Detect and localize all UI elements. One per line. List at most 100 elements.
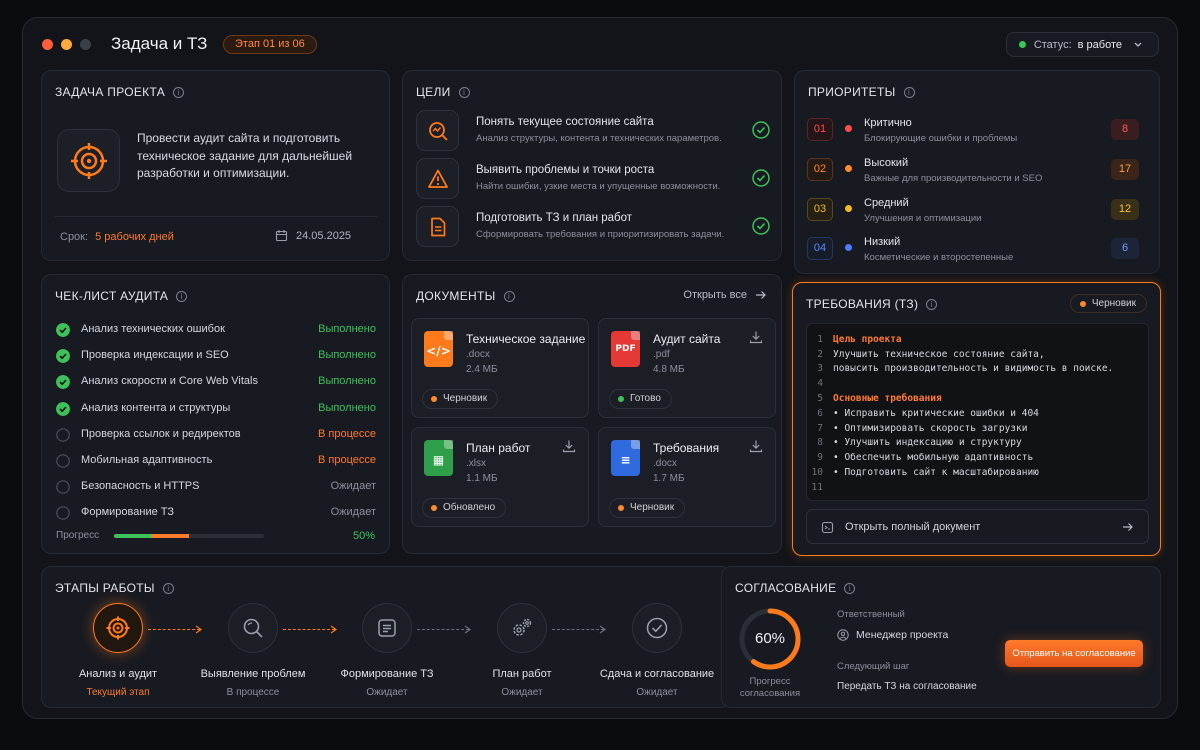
arrow-right-icon <box>756 291 766 299</box>
doc-file-icon: ≡ <box>611 440 640 476</box>
checklist-status: Выполнено <box>318 375 376 388</box>
stage-item[interactable]: Формирование ТЗ Ожидает <box>322 603 452 698</box>
priority-dot <box>845 165 852 172</box>
sheet-file-icon: ▦ <box>424 440 453 476</box>
deadline-label: Срок: <box>60 231 89 243</box>
search-icon <box>241 616 265 640</box>
priority-number: 03 <box>807 198 833 221</box>
deadline: Срок: 5 рабочих дней <box>60 231 174 243</box>
code-line: 2 Улучшить техническое состояние сайта, <box>807 347 1148 362</box>
target-icon <box>70 142 107 179</box>
priorities-title: ПРИОРИТЕТЫ <box>808 85 896 99</box>
info-icon[interactable]: i <box>173 86 185 98</box>
stage-item[interactable]: Сдача и согласование Ожидает <box>592 603 722 698</box>
status-label: Статус: <box>1033 38 1072 51</box>
code-line: 6 • Исправить критические ошибки и 404 <box>807 406 1148 421</box>
download-icon[interactable] <box>562 439 576 453</box>
info-icon[interactable]: i <box>503 290 515 302</box>
line-text: Основные требования <box>833 393 942 405</box>
priority-subtitle: Улучшения и оптимизации <box>864 213 982 224</box>
open-full-document-button[interactable]: Открыть полный документ <box>806 509 1149 544</box>
title-bar: Задача и ТЗ Этап 01 из 06 Статус: в рабо… <box>23 18 1177 70</box>
document-card[interactable]: PDF Аудит сайта .pdf 4.8 МБ Готово <box>598 318 776 418</box>
line-number: 6 <box>817 407 823 419</box>
goal-title: Понять текущее состояние сайта <box>476 116 654 128</box>
checklist-item[interactable]: Анализ скорости и Core Web Vitals Выполне… <box>56 372 376 392</box>
goal-title: Подготовить ТЗ и план работ <box>476 212 633 224</box>
priority-item[interactable]: 02 Высокий Важные для производительности… <box>807 155 1143 191</box>
document-card[interactable]: </> Техническое задание .docx 2.4 МБ Чернови… <box>411 318 589 418</box>
document-card[interactable]: ≡ Требования .docx 1.7 МБ Черновик <box>598 427 776 527</box>
minimize-button[interactable] <box>61 39 72 50</box>
checklist-item[interactable]: Мобильная адаптивность В процессе <box>56 451 376 471</box>
checklist-item[interactable]: Анализ технических ошибок Выполнено <box>56 320 376 340</box>
download-icon[interactable] <box>749 439 763 453</box>
info-icon[interactable]: i <box>162 582 174 594</box>
download-icon[interactable] <box>749 330 763 344</box>
priority-item[interactable]: 04 Низкий Косметические и второстепенные… <box>807 234 1143 270</box>
progress-fill <box>114 534 189 538</box>
user-icon <box>837 629 849 641</box>
stage-item[interactable]: Выявление проблем В процессе <box>188 603 318 698</box>
stage-item[interactable]: План работ Ожидает <box>457 603 587 698</box>
code-line: 3 повысить производительность и видимость… <box>807 362 1148 377</box>
checklist-item[interactable]: Анализ контента и структуры Выполнено <box>56 399 376 419</box>
checklist-item[interactable]: Формирование ТЗ Ожидает <box>56 503 376 523</box>
check-circle-icon <box>56 323 70 337</box>
document-name: Требования <box>653 441 720 455</box>
line-number: 8 <box>817 437 823 449</box>
close-button[interactable] <box>42 39 53 50</box>
code-line: 1 Цель проекта <box>807 332 1148 347</box>
info-icon[interactable]: i <box>903 86 915 98</box>
code-editor[interactable]: 1 Цель проекта 2 Улучшить техническое состо… <box>806 323 1149 501</box>
progress-label: Прогресс <box>56 530 100 541</box>
deadline-value: 5 рабочих дней <box>95 231 174 243</box>
goal-subtitle: Анализ структуры, контента и технических… <box>476 133 722 144</box>
open-all-link[interactable]: Открыть все <box>683 289 767 301</box>
stage-item[interactable]: Анализ и аудит Текущий этап <box>53 603 183 698</box>
approval-panel: СОГЛАСОВАНИЕ i 60% Прогресс согласования … <box>721 566 1161 708</box>
document-size: 2.4 МБ <box>466 364 498 375</box>
stage-icon-circle <box>228 603 278 653</box>
open-full-document-label: Открыть полный документ <box>845 521 981 533</box>
line-number: 3 <box>817 363 823 375</box>
goal-icon-box <box>416 206 459 247</box>
code-line: 10 • Подготовить сайт к масштабированию <box>807 465 1148 480</box>
priority-item[interactable]: 03 Средний Улучшения и оптимизации 12 <box>807 195 1143 231</box>
info-icon[interactable]: i <box>176 290 188 302</box>
goals-title: ЦЕЛИ <box>416 85 451 99</box>
requirements-panel: ТРЕБОВАНИЯ (ТЗ) i Черновик 1 Цель проекта 2… <box>792 282 1161 556</box>
info-icon[interactable]: i <box>844 582 856 594</box>
document-card[interactable]: ▦ План работ .xlsx 1.1 МБ Обновлено <box>411 427 589 527</box>
task-panel: ЗАДАЧА ПРОЕКТА i Провести аудит сайта и п… <box>41 70 390 261</box>
info-icon[interactable]: i <box>458 86 470 98</box>
line-number: 5 <box>817 393 823 405</box>
stage-status: Ожидает <box>366 687 408 698</box>
priority-count: 17 <box>1111 159 1139 180</box>
requirements-title: ТРЕБОВАНИЯ (ТЗ) <box>806 297 919 311</box>
line-number: 11 <box>811 481 823 493</box>
goal-item: Подготовить ТЗ и план работ Сформировать… <box>416 206 770 250</box>
target-icon-box <box>57 129 120 192</box>
checklist-item[interactable]: Проверка индексации и SEO Выполнено <box>56 346 376 366</box>
priority-count: 6 <box>1111 238 1139 259</box>
priority-subtitle: Блокирующие ошибки и проблемы <box>864 133 1018 144</box>
maximize-button[interactable] <box>80 39 91 50</box>
stage-icon-circle <box>497 603 547 653</box>
document-name: План работ <box>466 441 531 455</box>
priority-item[interactable]: 01 Критично Блокирующие ошибки и проблем… <box>807 115 1143 151</box>
checklist-item[interactable]: Проверка ссылок и редиректов В процессе <box>56 425 376 445</box>
send-for-approval-button[interactable]: Отправить на согласование <box>1005 640 1143 667</box>
checklist-label: Анализ скорости и Core Web Vitals <box>81 375 258 388</box>
line-text: • Обеспечить мобильную адаптивность <box>833 452 1034 464</box>
progress-bar <box>114 534 264 538</box>
calendar-icon <box>275 230 288 242</box>
document-extension: .pdf <box>653 349 670 360</box>
status-dropdown[interactable]: Статус: в работе <box>1005 32 1159 57</box>
checklist-item[interactable]: Безопасность и HTTPS Ожидает <box>56 477 376 497</box>
priority-dot <box>845 244 852 251</box>
priorities-panel: ПРИОРИТЕТЫ i 01 Критично Блокирующие ошиб… <box>794 70 1160 274</box>
caption-line: Прогресс <box>749 676 791 687</box>
checklist-status: Выполнено <box>318 349 376 362</box>
info-icon[interactable]: i <box>926 298 938 310</box>
